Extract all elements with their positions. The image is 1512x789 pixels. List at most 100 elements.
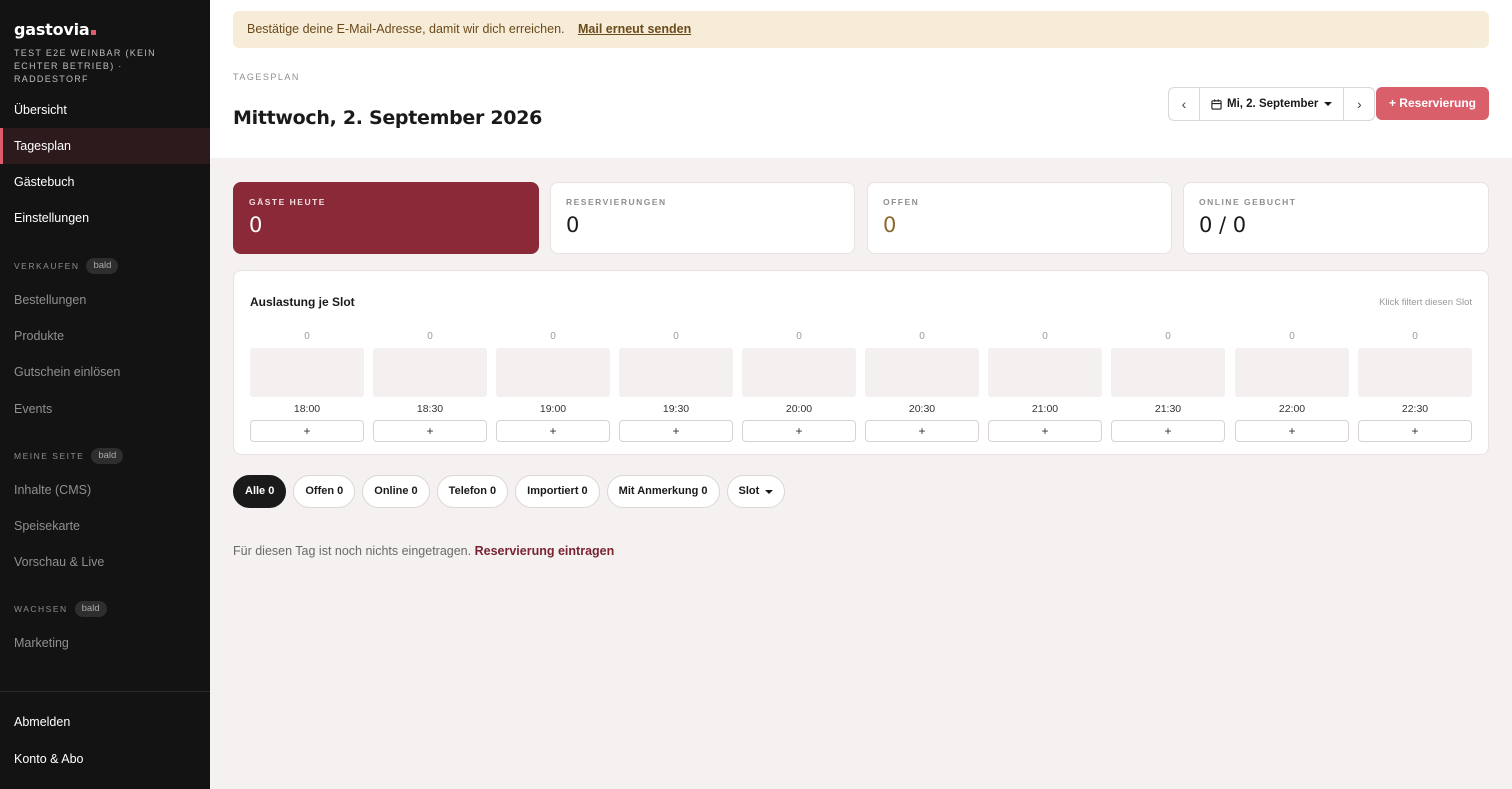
slot-add-button[interactable]: + [496,420,610,442]
sidebar-item-inhalte[interactable]: Inhalte (CMS) [0,472,210,508]
slot-count: 0 [1412,331,1418,342]
add-reservation-button[interactable]: + Reservierung [1376,87,1489,120]
slot-time: 18:30 [416,403,444,415]
sidebar-item-produkte[interactable]: Produkte [0,318,210,354]
chevron-down-icon [1324,102,1333,106]
slot-time: 20:00 [785,403,813,415]
sidebar-item-konto[interactable]: Konto & Abo [0,741,210,777]
slot-time: 21:30 [1154,403,1182,415]
slot-add-button[interactable]: + [988,420,1102,442]
email-verification-banner: Bestätige deine E-Mail-Adresse, damit wi… [233,11,1489,48]
section-title: MEINE SEITE [14,451,85,461]
filter-chip-telefon[interactable]: Telefon 0 [436,475,509,508]
slot-add-button[interactable]: + [619,420,733,442]
stat-value: 0 [883,213,897,237]
slot-bar[interactable] [1358,348,1472,397]
slot-count: 0 [796,331,802,342]
slot-time: 19:00 [539,403,567,415]
sidebar-item-tagesplan[interactable]: Tagesplan [0,128,210,164]
brand-dot-icon [90,30,96,35]
sidebar-item-gaestebuch[interactable]: Gästebuch [0,164,210,200]
date-label: Mi, 2. September [1227,98,1319,110]
sidebar-item-einstellungen[interactable]: Einstellungen [0,200,210,236]
filter-chips: Alle 0 Offen 0 Online 0 Telefon 0 Import… [233,475,786,508]
slot-bar[interactable] [1111,348,1225,397]
slot-add-button[interactable]: + [742,420,856,442]
slot-count: 0 [1165,331,1171,342]
sidebar-item-uebersicht[interactable]: Übersicht [0,92,210,128]
prev-day-button[interactable]: ‹ [1169,88,1199,120]
slot-column: 0 20:00 + [742,331,856,443]
slot-add-button[interactable]: + [1235,420,1349,442]
sidebar-divider [0,691,210,692]
section-meine-seite: MEINE SEITE bald [14,447,124,465]
slot-column: 0 18:00 + [250,331,364,443]
slot-column: 0 21:00 + [988,331,1102,443]
slot-time: 22:00 [1278,403,1306,415]
slot-add-button[interactable]: + [865,420,979,442]
stat-label: OFFEN [883,197,920,207]
resend-mail-link[interactable]: Mail erneut senden [578,22,691,36]
slot-bar[interactable] [619,348,733,397]
status-badge: bald [91,448,124,464]
slot-count: 0 [1289,331,1295,342]
empty-state-text: Für diesen Tag ist noch nichts eingetrag… [233,544,472,558]
brand-logo[interactable]: gastovia [14,20,96,39]
slot-bar[interactable] [373,348,487,397]
main-content: Bestätige deine E-Mail-Adresse, damit wi… [210,0,1512,789]
dropdown-label: Slot [738,485,760,497]
panel-hint: Klick filtert diesen Slot [1379,297,1472,308]
filter-chip-offen[interactable]: Offen 0 [293,475,356,508]
page-title: Mittwoch, 2. September 2026 [233,107,543,129]
filter-chip-alle[interactable]: Alle 0 [233,475,287,508]
date-navigator: ‹ Mi, 2. September › [1168,87,1376,121]
slot-bar[interactable] [865,348,979,397]
slot-add-button[interactable]: + [1358,420,1472,442]
slot-column: 0 19:30 + [619,331,733,443]
slot-count: 0 [673,331,679,342]
slot-column: 0 22:30 + [1358,331,1472,443]
next-day-button[interactable]: › [1344,88,1374,120]
stat-card-gaeste: GÄSTE HEUTE 0 [233,182,539,254]
slot-utilization-panel: Auslastung je Slot Klick filtert diesen … [233,270,1489,455]
sidebar-item-abmelden[interactable]: Abmelden [0,704,210,740]
section-wachsen: WACHSEN bald [14,600,107,618]
filter-chip-anmerkung[interactable]: Mit Anmerkung 0 [606,475,720,508]
slot-add-button[interactable]: + [250,420,364,442]
add-reservation-link[interactable]: Reservierung eintragen [475,544,615,558]
banner-text: Bestätige deine E-Mail-Adresse, damit wi… [247,22,565,36]
venue-name: TEST E2E WEINBAR (KEIN ECHTER BETRIEB) ·… [14,48,156,84]
slot-time: 20:30 [908,403,936,415]
section-title: VERKAUFEN [14,261,80,271]
slot-bar[interactable] [988,348,1102,397]
slot-column: 0 18:30 + [373,331,487,443]
sidebar-item-gutschein[interactable]: Gutschein einlösen [0,354,210,390]
stat-value: 0 [566,213,580,237]
slot-column: 0 22:00 + [1235,331,1349,443]
slot-bar[interactable] [742,348,856,397]
sidebar-item-speisekarte[interactable]: Speisekarte [0,508,210,544]
sidebar-item-marketing[interactable]: Marketing [0,625,210,661]
section-title: WACHSEN [14,604,68,614]
page-header: Bestätige deine E-Mail-Adresse, damit wi… [210,0,1512,158]
stat-card-reservierungen: RESERVIERUNGEN 0 [550,182,855,254]
slot-add-button[interactable]: + [373,420,487,442]
slot-column: 0 21:30 + [1111,331,1225,443]
slot-add-button[interactable]: + [1111,420,1225,442]
filter-chip-importiert[interactable]: Importiert 0 [515,475,600,508]
date-picker-button[interactable]: Mi, 2. September [1199,88,1345,120]
slot-filter-dropdown[interactable]: Slot [726,475,786,508]
slot-count: 0 [919,331,925,342]
slot-bar[interactable] [1235,348,1349,397]
sidebar-item-bestellungen[interactable]: Bestellungen [0,282,210,318]
slot-count: 0 [304,331,310,342]
section-verkaufen: VERKAUFEN bald [14,257,119,275]
slot-bar[interactable] [250,348,364,397]
sidebar-item-events[interactable]: Events [0,391,210,427]
slot-bar[interactable] [496,348,610,397]
slot-time: 18:00 [293,403,321,415]
empty-state: Für diesen Tag ist noch nichts eingetrag… [233,544,614,558]
filter-chip-online[interactable]: Online 0 [362,475,430,508]
breadcrumb: TAGESPLAN [233,72,300,82]
sidebar-item-vorschau[interactable]: Vorschau & Live [0,544,210,580]
